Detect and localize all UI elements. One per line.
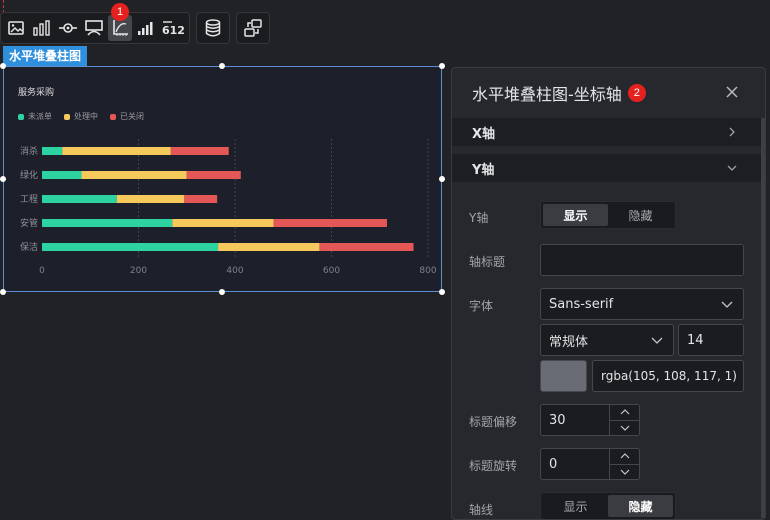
y-tick-label: 绿化 [20,169,38,181]
toolbar-group-interaction [236,12,270,44]
chevron-down-icon [727,165,737,171]
chevron-down-icon [651,337,663,344]
title-rotate-stepper[interactable]: 0 [540,448,640,480]
section-x-axis[interactable]: X轴 [452,118,765,146]
resize-handle[interactable] [439,63,445,69]
font-style-value: 常规体 [549,334,589,350]
resize-handle[interactable] [219,63,225,69]
panel-badge: 2 [627,84,646,102]
font-size-input[interactable]: 14 [678,324,744,356]
stepper-controls [609,449,639,479]
resize-handle[interactable] [219,289,225,295]
bar-segment[interactable] [218,243,320,251]
bar-segment[interactable] [184,195,218,203]
axis-line-hide-option[interactable]: 隐藏 [608,495,673,517]
target-icon[interactable] [56,15,80,41]
stepper-up-icon[interactable] [610,405,639,421]
bar-segment[interactable] [116,195,185,203]
y-axis-hide-option[interactable]: 隐藏 [608,204,673,226]
resize-handle[interactable] [439,289,445,295]
display-icon[interactable] [82,15,106,41]
x-tick-label: 400 [226,266,243,276]
toolbar-group-data [196,12,230,44]
resize-handle[interactable] [0,289,6,295]
font-color-input[interactable]: rgba(105, 108, 117, 1) [592,360,744,392]
bar-segment[interactable] [42,195,117,203]
resize-handle[interactable] [439,176,445,182]
font-family-select[interactable]: Sans-serif [540,288,744,320]
bar-segment[interactable] [81,171,187,179]
bar-chart-icon[interactable] [30,15,54,41]
axis-settings-panel: 水平堆叠柱图-坐标轴 2 X轴 Y轴 Y轴 显示 隐藏 轴标题 字体 Sans-… [451,67,766,520]
y-tick-label: 保洁 [20,241,38,253]
stepper-down-icon[interactable] [610,421,639,436]
font-color-swatch[interactable] [540,360,587,392]
toolbar-group-chart: 1 612 [0,3,190,44]
toolbar-badge: 1 [111,3,129,21]
title-offset-value: 30 [549,412,566,428]
chart-plot: 0 200 400 600 800 保洁 安管 工程 绿化 消杀 [20,139,437,276]
axis-line-show-option[interactable]: 显示 [543,495,608,517]
x-tick-label: 200 [130,266,147,276]
x-tick-label: 800 [419,266,436,276]
widget-tag[interactable]: 水平堆叠柱图 [3,46,88,66]
x-tick-label: 600 [323,266,340,276]
y-tick-label: 安管 [20,217,38,229]
toolbar: 1 612 [0,3,276,44]
database-icon[interactable] [200,15,226,41]
font-style-select[interactable]: 常规体 [540,324,674,356]
panel-title: 水平堆叠柱图-坐标轴 [472,85,622,104]
axis-line-label: 轴线 [469,503,494,517]
axis-title-input[interactable] [540,244,744,276]
section-x-label: X轴 [472,126,496,142]
axis-icon[interactable]: 1 [108,3,132,41]
stepper-down-icon[interactable] [610,465,639,480]
resize-handle[interactable] [0,176,6,182]
image-icon[interactable] [4,15,28,41]
bar-segment[interactable] [42,243,219,251]
section-y-axis[interactable]: Y轴 [452,154,765,182]
font-family-value: Sans-serif [549,296,614,312]
x-tick-label: 0 [39,266,45,276]
section-y-label: Y轴 [472,162,495,178]
axis-line-toggle: 显示 隐藏 [540,492,676,519]
chart-widget[interactable]: 服务采购 未派单 处理中 已关闭 0 200 400 600 800 保洁 安管 工程 绿化 消杀 [3,66,442,292]
bar-segment[interactable] [42,171,82,179]
number-icon[interactable]: 612 [160,15,186,41]
bar-segment[interactable] [172,219,274,227]
stepper-up-icon[interactable] [610,449,639,465]
close-icon[interactable] [725,85,739,99]
bar-segment[interactable] [273,219,387,227]
y-axis-toggle: 显示 隐藏 [540,201,676,229]
title-rotate-label: 标题旋转 [469,459,518,473]
title-offset-label: 标题偏移 [469,415,518,429]
title-offset-stepper[interactable]: 30 [540,404,640,436]
font-label: 字体 [469,299,494,313]
svg-text:612: 612 [162,24,184,36]
bar-segment[interactable] [319,243,414,251]
y-axis-label: Y轴 [469,211,489,225]
bar-segment[interactable] [42,219,173,227]
bar-segment[interactable] [170,147,229,155]
title-rotate-value: 0 [549,456,558,472]
panel-header: 水平堆叠柱图-坐标轴 2 [452,68,765,118]
panel-scrollbar[interactable] [761,118,765,518]
y-tick-label: 消杀 [20,145,38,157]
y-tick-label: 工程 [20,194,38,205]
chevron-down-icon [721,301,733,308]
resize-handle[interactable] [0,63,6,69]
stepper-controls [609,405,639,435]
exchange-icon[interactable] [240,15,266,41]
axis-title-label: 轴标题 [469,255,506,269]
bar-segment[interactable] [42,147,63,155]
signal-icon[interactable] [134,15,158,41]
bar-segment[interactable] [186,171,241,179]
y-axis-show-option[interactable]: 显示 [543,204,608,226]
bar-segment[interactable] [62,147,171,155]
chevron-right-icon [729,127,735,137]
